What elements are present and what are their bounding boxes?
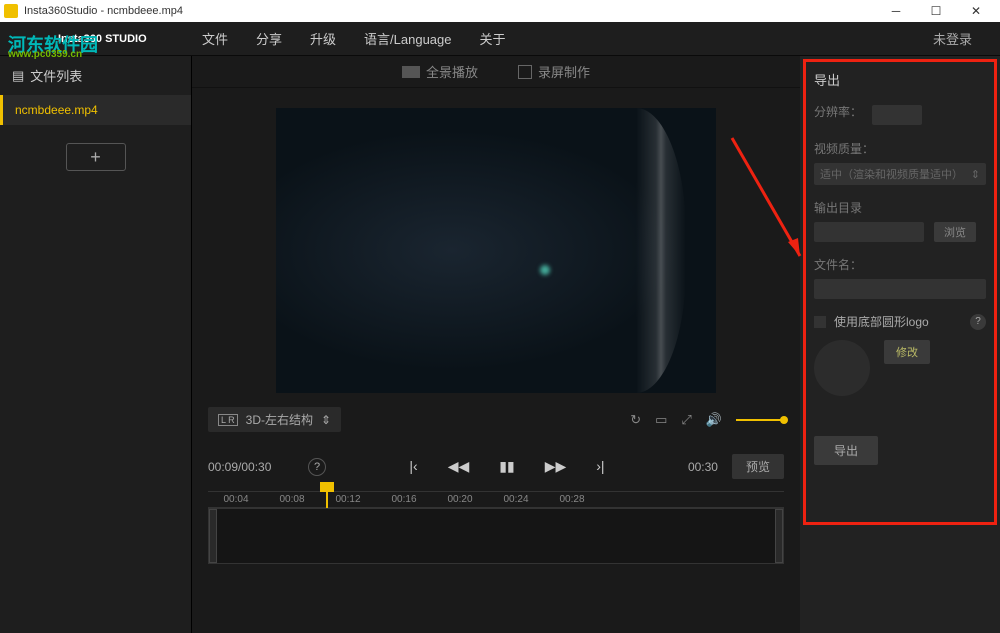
tab-screen-record[interactable]: 录屏制作 (518, 62, 590, 81)
resolution-field[interactable] (872, 105, 922, 125)
next-frame-button[interactable]: ▶▶ (541, 458, 571, 475)
output-dir-label: 输出目录 (814, 199, 986, 216)
maximize-button[interactable]: ☐ (916, 0, 956, 22)
view-mode-selector[interactable]: L R 3D-左右结构 ⇕ (208, 407, 341, 432)
tab-pano-play[interactable]: 全景播放 (402, 62, 478, 81)
menu-upgrade[interactable]: 升级 (296, 29, 350, 48)
record-icon (518, 65, 532, 79)
logo-preview-circle (814, 340, 870, 396)
quality-label: 视频质量： (814, 140, 986, 157)
export-title: 导出 (814, 70, 986, 89)
time-display: 00:09/00:30 (208, 460, 294, 474)
goto-start-button[interactable]: |‹ (405, 458, 421, 475)
fullscreen-icon[interactable]: ⤢ (681, 412, 691, 428)
loop-icon[interactable]: ↻ (630, 412, 641, 428)
browse-button[interactable]: 浏览 (934, 222, 976, 242)
file-list-header: ▤ 文件列表 (0, 56, 191, 95)
window-titlebar: Insta360Studio - ncmbdeee.mp4 ─ ☐ ✕ (0, 0, 1000, 22)
prev-frame-button[interactable]: ◀◀ (444, 458, 474, 475)
help-button[interactable]: ? (308, 458, 326, 476)
file-list-item[interactable]: ncmbdeee.mp4 (0, 95, 191, 125)
preview-button[interactable]: 预览 (732, 454, 784, 479)
duration-display: 00:30 (688, 460, 718, 474)
pause-button[interactable]: ▮▮ (495, 458, 518, 475)
lr-icon: L R (218, 414, 238, 426)
modify-logo-button[interactable]: 修改 (884, 340, 930, 364)
clip-handle-right[interactable] (775, 509, 783, 563)
timeline-tracks[interactable] (208, 508, 784, 564)
logo-help-button[interactable]: ? (970, 314, 986, 330)
chevron-updown-icon: ⇕ (971, 168, 980, 181)
export-panel: 导出 分辨率： 视频质量： 适中（渲染和视频质量适中） ⇕ 输出目录 浏览 文件… (800, 56, 1000, 633)
timeline-marker[interactable] (320, 482, 334, 492)
timeline-ruler[interactable]: 00:04 00:08 00:12 00:16 00:20 00:24 00:2… (208, 491, 784, 508)
video-preview[interactable] (276, 108, 716, 393)
app-icon (4, 4, 18, 18)
filename-field[interactable] (814, 279, 986, 299)
menu-language[interactable]: 语言/Language (350, 29, 465, 48)
menu-share[interactable]: 分享 (242, 29, 296, 48)
top-tabs: 全景播放 录屏制作 (192, 56, 800, 88)
menu-file[interactable]: 文件 (188, 29, 242, 48)
timeline-tick: 00:16 (376, 494, 432, 505)
timeline-tick: 00:12 (320, 494, 376, 505)
add-file-button[interactable]: + (66, 143, 126, 171)
login-status[interactable]: 未登录 (933, 29, 992, 48)
timeline-tick: 00:04 (208, 494, 264, 505)
resolution-label: 分辨率： (814, 103, 862, 120)
minimize-button[interactable]: ─ (876, 0, 916, 22)
goto-end-button[interactable]: ›| (592, 458, 608, 475)
logo-label: 使用底部圆形logo (834, 313, 929, 330)
filename-label: 文件名： (814, 256, 986, 273)
menubar: 河东软件园 www.pc0359.cn Insta360 STUDIO 文件 分… (0, 22, 1000, 56)
chevron-updown-icon: ⇕ (321, 413, 331, 427)
pano-icon (402, 66, 420, 78)
aspect-icon[interactable]: ▭ (655, 412, 667, 428)
close-button[interactable]: ✕ (956, 0, 996, 22)
output-dir-field[interactable] (814, 222, 924, 242)
quality-dropdown[interactable]: 适中（渲染和视频质量适中） ⇕ (814, 163, 986, 185)
timeline[interactable]: 00:04 00:08 00:12 00:16 00:20 00:24 00:2… (192, 491, 800, 576)
window-title: Insta360Studio - ncmbdeee.mp4 (24, 5, 183, 17)
watermark: 河东软件园 www.pc0359.cn (8, 31, 98, 57)
timeline-tick: 00:24 (488, 494, 544, 505)
timeline-tick: 00:20 (432, 494, 488, 505)
transport-bar: 00:09/00:30 ? |‹ ◀◀ ▮▮ ▶▶ ›| 00:30 预览 (192, 438, 800, 491)
volume-slider[interactable] (736, 419, 784, 421)
timeline-tick: 00:08 (264, 494, 320, 505)
sidebar: ▤ 文件列表 ncmbdeee.mp4 + (0, 56, 192, 633)
timeline-tick: 00:28 (544, 494, 600, 505)
list-icon: ▤ (12, 68, 24, 84)
clip-handle-left[interactable] (209, 509, 217, 563)
logo-checkbox[interactable] (814, 316, 826, 328)
volume-icon[interactable]: 🔊 (706, 412, 722, 428)
export-button[interactable]: 导出 (814, 436, 878, 465)
menu-about[interactable]: 关于 (466, 29, 520, 48)
